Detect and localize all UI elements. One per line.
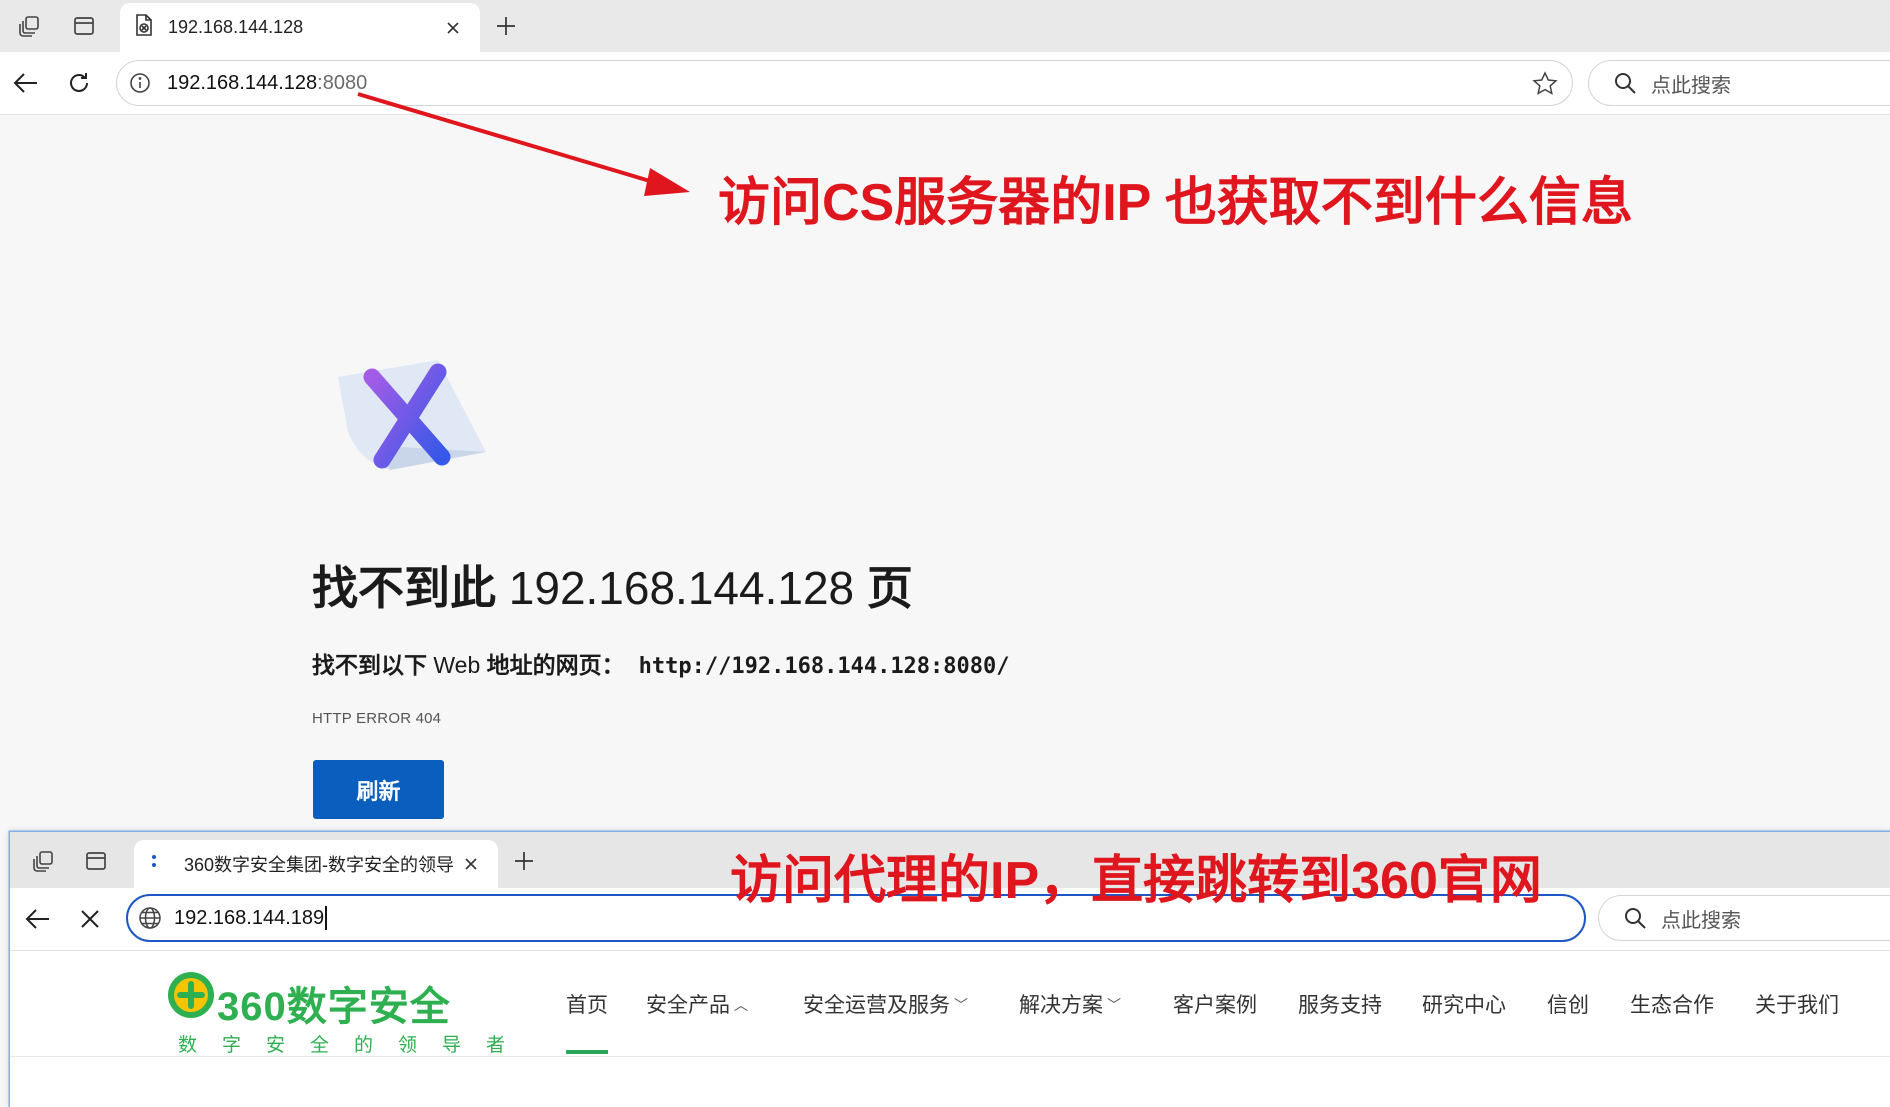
nav-research[interactable]: 研究中心 xyxy=(1422,989,1506,1019)
nav-cases[interactable]: 客户案例 xyxy=(1173,989,1257,1019)
vertical-tabs-icon[interactable] xyxy=(78,843,114,879)
text-cursor xyxy=(325,906,327,930)
nav-solutions[interactable]: 解决方案 ﹀ xyxy=(1019,989,1121,1019)
nav-operations[interactable]: 安全运营及服务 ﹀ xyxy=(803,989,968,1019)
search-icon xyxy=(1623,906,1647,930)
nav-support[interactable]: 服务支持 xyxy=(1298,989,1382,1019)
stop-loading-icon[interactable] xyxy=(70,899,110,939)
logo-360-icon[interactable] xyxy=(166,970,216,1020)
logo-text[interactable]: 360数字安全 xyxy=(217,974,451,1032)
search-placeholder-2: 点此搜索 xyxy=(1661,909,1741,932)
nav-ecosystem[interactable]: 生态合作 xyxy=(1630,989,1714,1019)
loading-spinner-icon xyxy=(148,852,164,877)
annotation-bottom: 访问代理的IP，直接跳转到360官网 xyxy=(730,852,1542,910)
search-box-2[interactable]: 点此搜索 xyxy=(1598,895,1890,941)
tab-loading[interactable]: 360数字安全集团-数字安全的领导 xyxy=(134,840,498,888)
nav-products[interactable]: 安全产品 ︿ xyxy=(646,989,748,1019)
workspaces-icon[interactable] xyxy=(26,843,62,879)
close-tab-icon[interactable] xyxy=(458,851,484,877)
nav-home[interactable]: 首页 xyxy=(566,989,608,1019)
chevron-up-icon: ︿ xyxy=(734,997,748,1013)
nav-xinchuang[interactable]: 信创 xyxy=(1547,989,1589,1019)
chevron-down-icon: ﹀ xyxy=(954,997,968,1013)
annotation-top: 访问CS服务器的IP 也获取不到什么信息 xyxy=(718,174,1633,232)
globe-icon xyxy=(138,906,162,930)
header-divider xyxy=(10,1056,1890,1057)
new-tab-icon[interactable] xyxy=(506,843,542,879)
nav-active-indicator xyxy=(566,1050,608,1054)
chevron-down-icon: ﹀ xyxy=(1107,997,1121,1013)
tab-title-2: 360数字安全集团-数字安全的领导 xyxy=(184,855,455,875)
back-icon[interactable] xyxy=(18,899,58,939)
nav-about[interactable]: 关于我们 xyxy=(1755,989,1839,1019)
logo-slogan: 数字安全的领导者 xyxy=(178,1035,531,1056)
address-value-2: 192.168.144.189 xyxy=(174,906,325,929)
